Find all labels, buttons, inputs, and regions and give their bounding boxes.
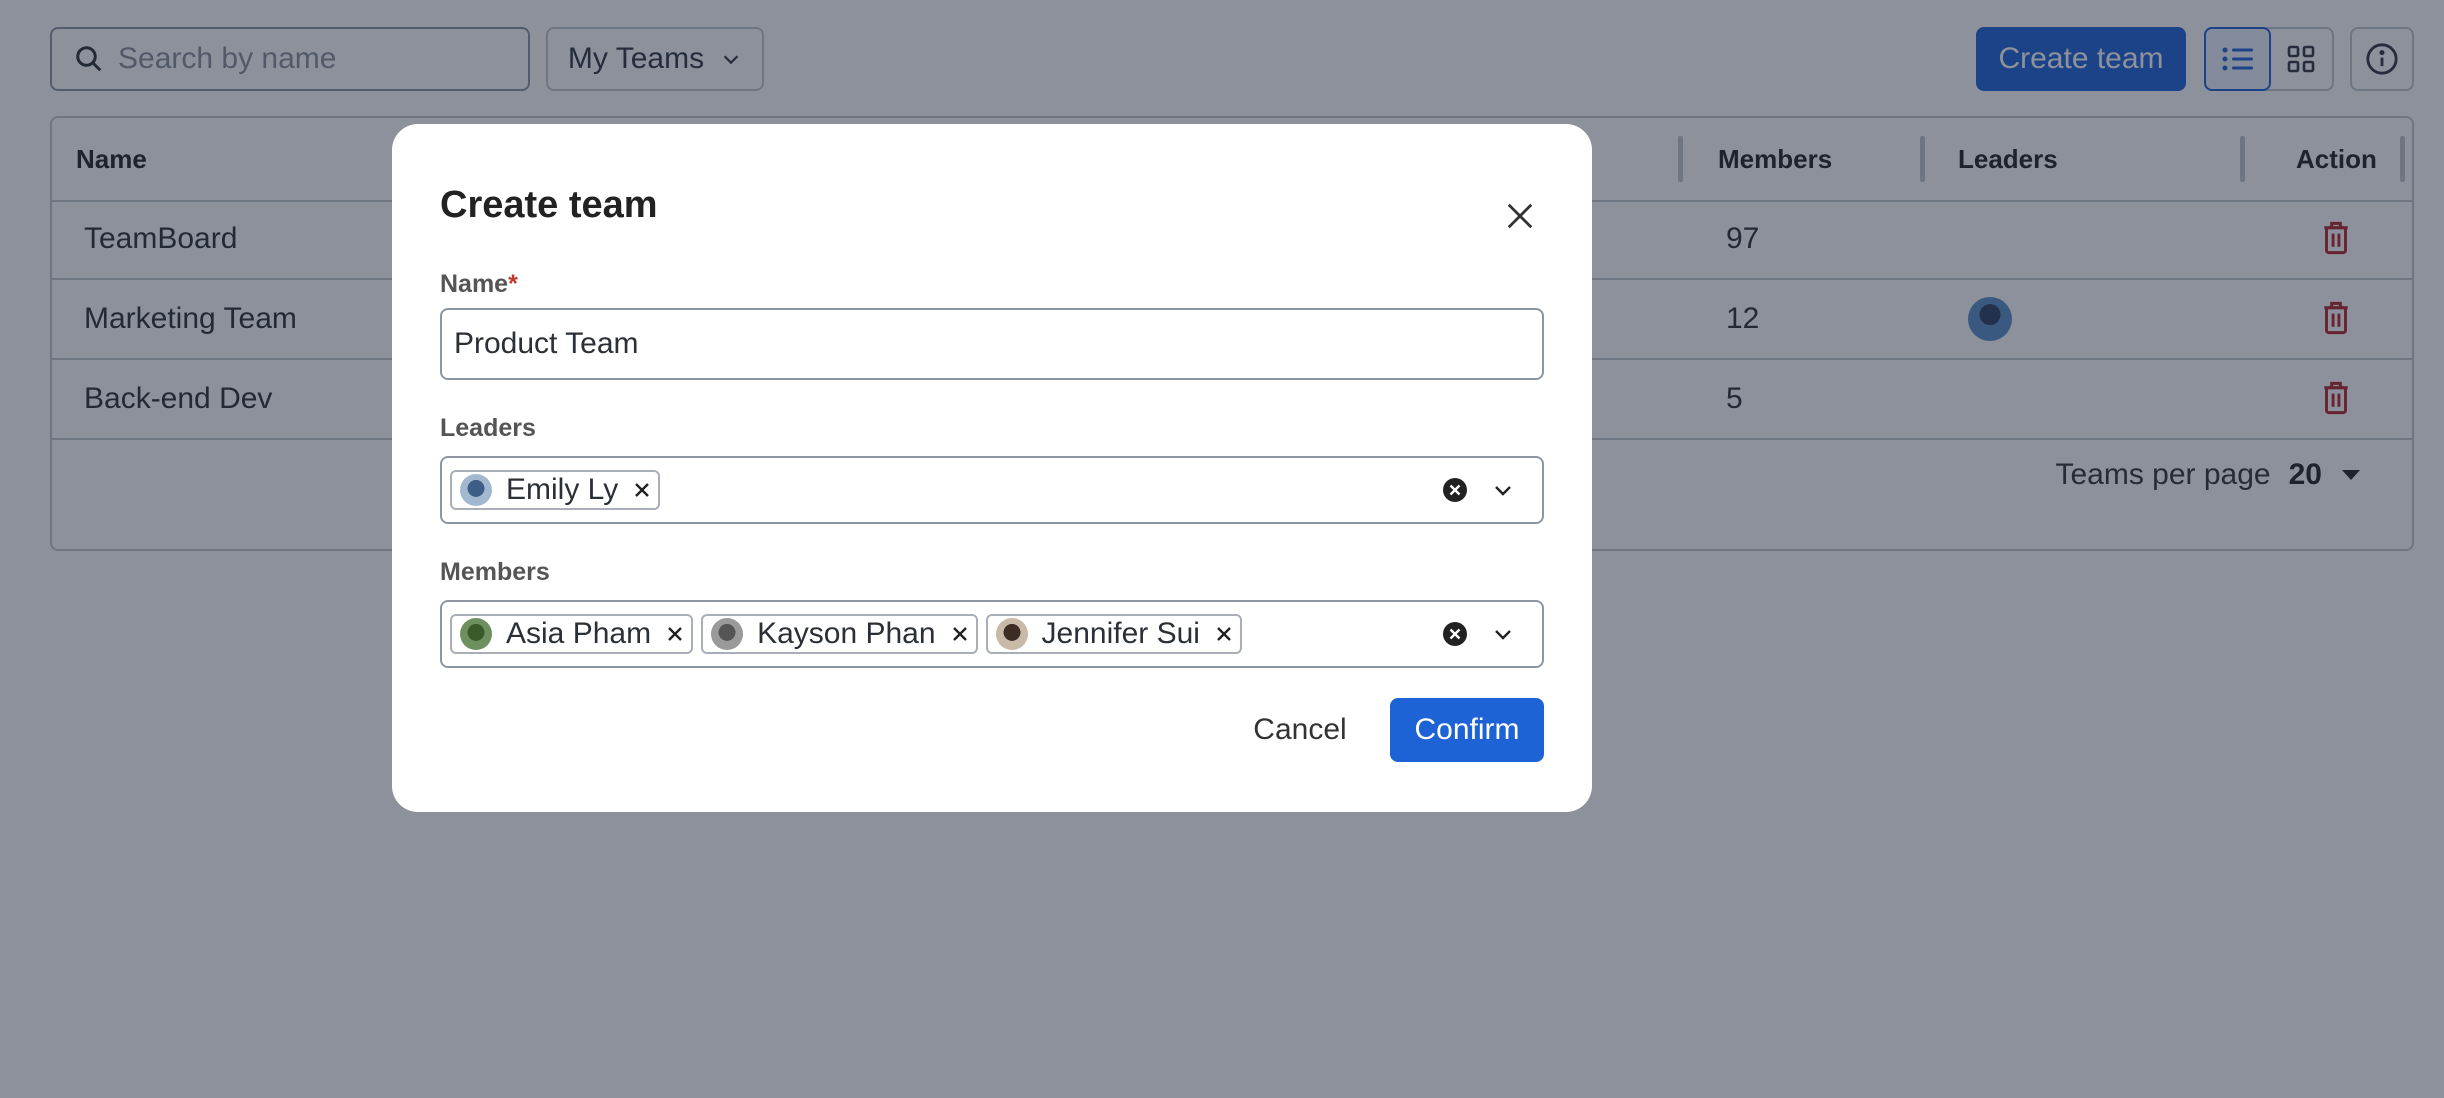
- member-chip: Kayson Phan: [701, 614, 978, 654]
- clear-members-button[interactable]: [1442, 621, 1468, 652]
- remove-chip-button[interactable]: [1214, 624, 1234, 644]
- close-icon: [952, 627, 967, 641]
- teams-page: My Teams Create team Name Members Leader…: [0, 0, 2444, 1098]
- members-dropdown-toggle[interactable]: [1490, 622, 1516, 651]
- close-icon: [635, 483, 650, 497]
- avatar: [711, 618, 744, 650]
- name-field-label: Name*: [440, 270, 518, 299]
- cancel-button[interactable]: Cancel: [1240, 698, 1360, 762]
- create-team-dialog: Create team Name* Product Team Leaders E…: [392, 124, 1592, 812]
- required-mark: *: [508, 270, 518, 298]
- leaders-field-label: Leaders: [440, 414, 536, 442]
- avatar: [460, 618, 492, 650]
- member-chip: Jennifer Sui: [985, 614, 1242, 654]
- avatar: [460, 474, 492, 506]
- members-select[interactable]: Asia Pham Kayson Phan Jennifer Sui: [440, 600, 1544, 668]
- close-icon: [668, 627, 682, 641]
- leaders-dropdown-toggle[interactable]: [1490, 478, 1516, 507]
- dialog-title: Create team: [440, 184, 658, 226]
- name-label-text: Name: [440, 270, 509, 298]
- leaders-select[interactable]: Emily Ly: [440, 456, 1544, 524]
- leader-chip: Emily Ly: [450, 470, 661, 510]
- confirm-button[interactable]: Confirm: [1390, 698, 1544, 762]
- confirm-label: Confirm: [1414, 713, 1520, 746]
- member-chip: Asia Pham: [450, 614, 694, 654]
- team-name-value: Product Team: [454, 327, 639, 360]
- team-name-input[interactable]: Product Team: [440, 308, 1544, 380]
- avatar: [995, 618, 1028, 650]
- remove-chip-button[interactable]: [632, 480, 652, 500]
- cancel-label: Cancel: [1253, 713, 1347, 746]
- clear-circle-icon: [1443, 622, 1467, 646]
- chip-label: Asia Pham: [506, 617, 652, 650]
- close-button[interactable]: [1492, 188, 1548, 244]
- chip-label: Kayson Phan: [757, 617, 936, 650]
- clear-circle-icon: [1443, 478, 1467, 502]
- close-icon: [1217, 627, 1231, 641]
- chip-label: Emily Ly: [506, 473, 619, 506]
- chevron-down-icon: [1495, 486, 1511, 496]
- chevron-down-icon: [1495, 630, 1511, 640]
- remove-chip-button[interactable]: [665, 624, 685, 644]
- close-icon: [1507, 203, 1533, 229]
- clear-leaders-button[interactable]: [1442, 477, 1468, 508]
- chip-label: Jennifer Sui: [1041, 617, 1200, 650]
- members-field-label: Members: [440, 558, 550, 586]
- remove-chip-button[interactable]: [950, 624, 970, 644]
